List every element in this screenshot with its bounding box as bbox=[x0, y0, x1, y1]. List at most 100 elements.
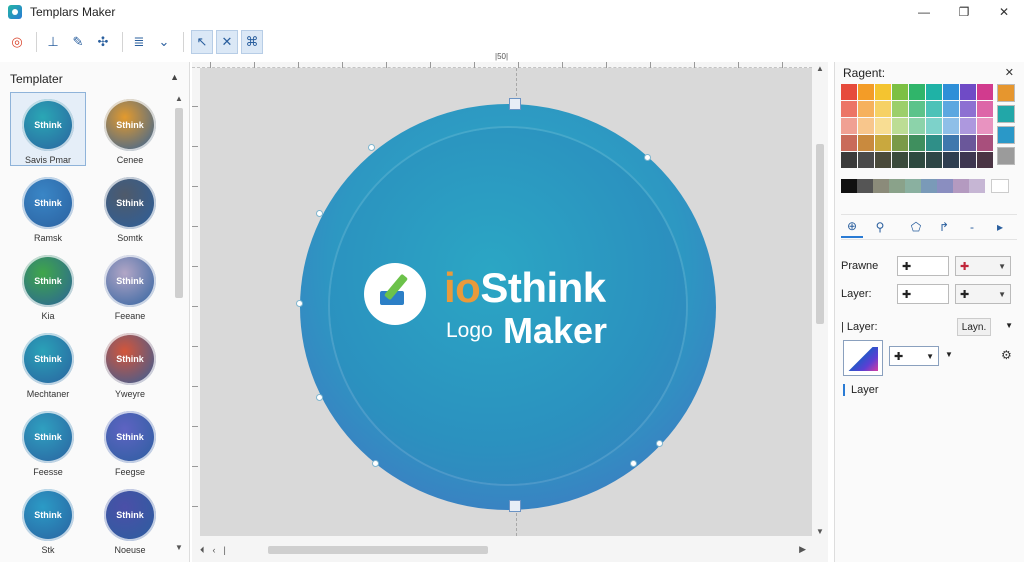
color-swatch[interactable] bbox=[909, 84, 925, 100]
color-swatch[interactable] bbox=[926, 135, 942, 151]
scroll-down-icon[interactable]: ▼ bbox=[175, 543, 183, 552]
template-item[interactable]: Sthink Noeuse bbox=[92, 482, 168, 556]
list-icon[interactable]: ≣ bbox=[128, 30, 150, 54]
color-swatch[interactable] bbox=[892, 152, 908, 168]
color-swatch[interactable] bbox=[875, 118, 891, 134]
template-item[interactable]: Sthink Somtk bbox=[92, 170, 168, 244]
chevron-down-icon[interactable]: ⌄ bbox=[153, 30, 175, 54]
color-swatch[interactable] bbox=[875, 152, 891, 168]
color-swatch[interactable] bbox=[977, 152, 993, 168]
canvas-horizontal-scrollbar[interactable]: ⏴ ‹ | ▶ bbox=[192, 542, 812, 558]
scroll-down-icon[interactable]: ▼ bbox=[816, 527, 824, 536]
neutral-swatch[interactable] bbox=[889, 179, 905, 193]
layer-blend-select[interactable]: ✚ ▼ bbox=[889, 346, 939, 366]
node-tool-icon[interactable]: ⌘ bbox=[241, 30, 263, 54]
color-swatch[interactable] bbox=[858, 84, 874, 100]
color-swatch[interactable] bbox=[841, 84, 857, 100]
template-item[interactable]: Sthink Mechtaner bbox=[10, 326, 86, 400]
color-swatch[interactable] bbox=[943, 118, 959, 134]
color-swatch[interactable] bbox=[875, 84, 891, 100]
layer-list-item[interactable]: Layer bbox=[843, 384, 879, 396]
layer-type-select[interactable]: ✚ ▼ bbox=[955, 284, 1011, 304]
layer-input[interactable]: ✚ bbox=[897, 284, 949, 304]
top-resize-handle[interactable] bbox=[509, 98, 521, 110]
color-swatch[interactable] bbox=[892, 135, 908, 151]
rotate-tab-icon[interactable]: ↱ bbox=[933, 216, 955, 238]
path-node-handle[interactable] bbox=[656, 440, 663, 447]
color-swatch[interactable] bbox=[841, 101, 857, 117]
template-item[interactable]: Sthink Yweyre bbox=[92, 326, 168, 400]
color-swatch[interactable] bbox=[858, 118, 874, 134]
path-node-handle[interactable] bbox=[316, 394, 323, 401]
color-swatch[interactable] bbox=[960, 135, 976, 151]
minus-tab-icon[interactable]: - bbox=[961, 216, 983, 238]
color-swatch[interactable] bbox=[926, 152, 942, 168]
shape-tab-icon[interactable]: ⬠ bbox=[905, 216, 927, 238]
layer-thumbnail[interactable] bbox=[843, 340, 883, 376]
template-item[interactable]: Sthink Cenee bbox=[92, 92, 168, 166]
canvas-vertical-scrollbar[interactable]: ▲ ▼ bbox=[814, 62, 826, 536]
color-swatch[interactable] bbox=[909, 118, 925, 134]
chevron-down-icon[interactable]: ▼ bbox=[1005, 321, 1013, 330]
color-swatch[interactable] bbox=[841, 118, 857, 134]
recent-color-swatch[interactable] bbox=[997, 126, 1015, 144]
collapse-icon[interactable]: ▲ bbox=[170, 72, 179, 82]
path-node-handle[interactable] bbox=[296, 300, 303, 307]
color-swatch[interactable] bbox=[926, 118, 942, 134]
color-swatch[interactable] bbox=[858, 152, 874, 168]
color-swatch[interactable] bbox=[977, 135, 993, 151]
prev-page-icon[interactable]: ‹ bbox=[213, 545, 216, 555]
neutral-swatch[interactable] bbox=[969, 179, 985, 193]
pen-tool-icon[interactable]: ✎ bbox=[67, 30, 89, 54]
neutral-swatch[interactable] bbox=[905, 179, 921, 193]
color-swatch[interactable] bbox=[841, 135, 857, 151]
template-item[interactable]: Sthink Stk bbox=[10, 482, 86, 556]
color-swatch[interactable] bbox=[943, 84, 959, 100]
scroll-up-icon[interactable]: ▲ bbox=[175, 94, 183, 103]
neutral-swatch[interactable] bbox=[873, 179, 889, 193]
color-swatch[interactable] bbox=[892, 118, 908, 134]
fill-tab-icon[interactable]: ⊕ bbox=[841, 216, 863, 238]
scroll-right-icon[interactable]: ▶ bbox=[799, 544, 806, 555]
color-swatch[interactable] bbox=[977, 101, 993, 117]
prawne-color-select[interactable]: ✚ ▼ bbox=[955, 256, 1011, 276]
template-item[interactable]: Sthink Savis Pmar bbox=[10, 92, 86, 166]
prawne-input[interactable]: ✚ bbox=[897, 256, 949, 276]
path-node-handle[interactable] bbox=[368, 144, 375, 151]
path-node-handle[interactable] bbox=[316, 210, 323, 217]
color-swatch[interactable] bbox=[960, 118, 976, 134]
color-swatch[interactable] bbox=[892, 101, 908, 117]
recent-color-swatch[interactable] bbox=[997, 84, 1015, 102]
next-page-icon[interactable]: | bbox=[224, 545, 226, 555]
color-swatch[interactable] bbox=[926, 84, 942, 100]
color-swatch[interactable] bbox=[892, 84, 908, 100]
align-center-icon[interactable]: ✣ bbox=[92, 30, 114, 54]
scroll-up-icon[interactable]: ▲ bbox=[816, 64, 824, 73]
template-item[interactable]: Sthink Feesse bbox=[10, 404, 86, 478]
color-swatch[interactable] bbox=[909, 101, 925, 117]
artboard[interactable]: ioSthink Logo Maker bbox=[200, 68, 812, 536]
color-swatch[interactable] bbox=[909, 135, 925, 151]
template-item[interactable]: Sthink Feegse bbox=[92, 404, 168, 478]
templates-scrollbar[interactable]: ▲ ▼ bbox=[172, 92, 186, 552]
first-page-icon[interactable]: ⏴ bbox=[200, 545, 205, 556]
minimize-button[interactable]: — bbox=[904, 0, 944, 24]
color-swatch[interactable] bbox=[841, 152, 857, 168]
close-icon[interactable]: ✕ bbox=[1005, 66, 1014, 79]
template-item[interactable]: Sthink Kia bbox=[10, 248, 86, 322]
color-swatch[interactable] bbox=[875, 135, 891, 151]
bottom-resize-handle[interactable] bbox=[509, 500, 521, 512]
path-node-handle[interactable] bbox=[630, 460, 637, 467]
layer-name-button[interactable]: Layn. bbox=[957, 318, 991, 336]
color-swatch[interactable] bbox=[960, 101, 976, 117]
neutral-swatch[interactable] bbox=[857, 179, 873, 193]
scrollbar-thumb[interactable] bbox=[175, 108, 183, 298]
path-node-handle[interactable] bbox=[372, 460, 379, 467]
color-swatch[interactable] bbox=[926, 101, 942, 117]
neutral-swatch[interactable] bbox=[953, 179, 969, 193]
neutral-swatch[interactable] bbox=[937, 179, 953, 193]
close-button[interactable]: ✕ bbox=[984, 0, 1024, 24]
template-item[interactable]: Sthink Feeane bbox=[92, 248, 168, 322]
neutral-swatch[interactable] bbox=[921, 179, 937, 193]
scrollbar-thumb[interactable] bbox=[268, 546, 488, 554]
